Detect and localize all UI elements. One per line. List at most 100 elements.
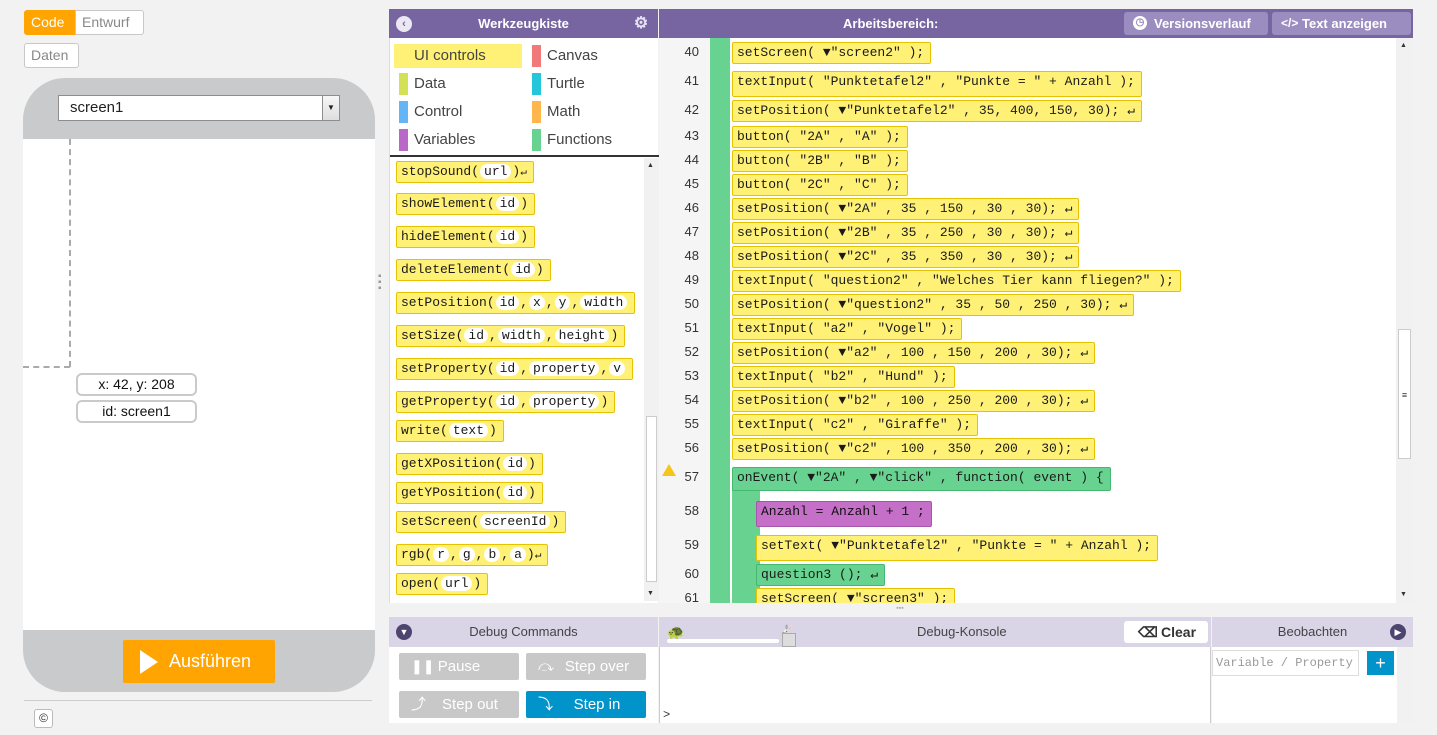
code-block[interactable]: textInput( "c2" , "Giraffe" ); xyxy=(732,414,979,436)
palette-block[interactable]: getXPosition(id) xyxy=(396,453,543,475)
code-block[interactable]: button( "2A" , "A" ); xyxy=(732,126,908,148)
scroll-down-icon[interactable]: ▼ xyxy=(647,590,654,597)
scroll-up-icon[interactable]: ▲ xyxy=(1400,42,1407,49)
block-arg[interactable]: width xyxy=(497,328,545,343)
code-block[interactable]: setPosition( ▼"a2" , 100 , 150 , 200 , 3… xyxy=(732,342,1096,364)
palette-block[interactable]: rgb(r, g, b, a)↵ xyxy=(396,544,549,566)
palette-block[interactable]: setProperty(id, property, v xyxy=(396,358,634,380)
panel-resize-handle[interactable]: ▪ ▪ ▪ xyxy=(378,272,384,294)
code-block[interactable]: textInput( "Punktetafel2" , "Punkte = " … xyxy=(732,71,1142,97)
app-screen[interactable]: x: 42, y: 208 id: screen1 xyxy=(23,139,375,630)
clear-button[interactable]: ⌫ Clear xyxy=(1124,621,1208,643)
palette-block[interactable]: getProperty(id, property) xyxy=(396,391,616,413)
code-block[interactable]: setPosition( ▼"2B" , 35 , 250 , 30 , 30)… xyxy=(732,222,1080,244)
collapse-icon[interactable]: ▼ xyxy=(396,624,412,640)
warning-icon[interactable] xyxy=(662,464,676,476)
gear-icon[interactable]: ⚙ xyxy=(633,16,649,32)
version-history-button[interactable]: ◷ Versionsverlauf xyxy=(1124,12,1268,35)
palette-block[interactable]: hideElement(id) xyxy=(396,226,536,248)
code-block[interactable]: setScreen( ▼"screen3" ); xyxy=(756,588,956,603)
block-arg[interactable]: screenId xyxy=(480,514,551,529)
step-in-button[interactable]: ⤵ Step in xyxy=(526,691,646,718)
category-control[interactable]: Control xyxy=(394,100,462,124)
screen-select[interactable]: screen1 ▼ xyxy=(58,95,340,121)
step-out-button[interactable]: ⤴ Step out xyxy=(399,691,519,718)
block-arg[interactable]: text xyxy=(448,423,489,438)
block-arg[interactable]: id xyxy=(495,196,520,211)
scroll-up-icon[interactable]: ▲ xyxy=(647,162,654,169)
block-arg[interactable]: id xyxy=(503,485,528,500)
workspace[interactable]: 40 41 42 43 44 45 46 47 48 49 50 51 52 53 54 55 56 57 58 59… xyxy=(659,38,1413,603)
palette-block[interactable]: setPosition(id, x, y, width xyxy=(396,292,636,314)
design-mode-button[interactable]: Entwurf xyxy=(75,10,144,35)
debug-resize-handle[interactable]: ▪▪▪ xyxy=(889,605,911,613)
code-block[interactable]: setPosition( ▼"b2" , 100 , 250 , 200 , 3… xyxy=(732,390,1096,412)
code-block[interactable]: textInput( "question2" , "Welches Tier k… xyxy=(732,270,1181,292)
palette-block[interactable]: showElement(id) xyxy=(396,193,536,215)
palette-scroll-thumb[interactable] xyxy=(646,416,657,582)
palette-block[interactable]: open(url) xyxy=(396,573,489,595)
block-arg[interactable]: id xyxy=(503,456,528,471)
code-block[interactable]: Anzahl = Anzahl + 1 ; xyxy=(756,501,932,527)
block-arg[interactable]: b xyxy=(484,547,501,562)
category-math[interactable]: Math xyxy=(527,100,580,124)
block-arg[interactable]: height xyxy=(554,328,610,343)
block-arg[interactable]: url xyxy=(441,576,473,591)
block-arg[interactable]: id xyxy=(511,262,535,277)
palette-block[interactable]: getYPosition(id) xyxy=(396,482,543,504)
block-arg[interactable]: x xyxy=(529,295,545,310)
step-over-button[interactable]: ⤼ Step over xyxy=(526,653,646,680)
run-button[interactable]: Ausführen xyxy=(123,640,275,683)
code-block[interactable]: setPosition( ▼"question2" , 35 , 50 , 25… xyxy=(732,294,1135,316)
block-arg[interactable]: y xyxy=(554,295,571,310)
category-functions[interactable]: Functions xyxy=(527,128,612,152)
palette-block[interactable]: write(text) xyxy=(396,420,504,442)
block-arg[interactable]: g xyxy=(458,547,475,562)
code-block[interactable]: setPosition( ▼"Punktetafel2" , 35, 400, … xyxy=(732,100,1142,122)
workspace-scrollbar[interactable]: ▲ ≡ ▼ xyxy=(1396,38,1413,603)
block-arg[interactable]: r xyxy=(433,547,450,562)
workspace-scroll-thumb[interactable]: ≡ xyxy=(1398,329,1411,459)
category-variables[interactable]: Variables xyxy=(394,128,475,152)
code-block[interactable]: setPosition( ▼"2C" , 35 , 350 , 30 , 30)… xyxy=(732,246,1080,268)
block-arg[interactable]: id xyxy=(495,295,520,310)
code-block[interactable]: setText( ▼"Punktetafel2" , "Punkte = " +… xyxy=(756,535,1159,561)
speed-slider-handle[interactable] xyxy=(782,633,796,647)
palette-block[interactable]: setSize(id, width, height) xyxy=(396,325,626,347)
add-watch-button[interactable]: + xyxy=(1367,651,1394,675)
category-turtle[interactable]: Turtle xyxy=(527,72,585,96)
block-arg[interactable]: id xyxy=(495,361,520,376)
scroll-down-icon[interactable]: ▼ xyxy=(1400,591,1407,598)
copyright-icon[interactable]: © xyxy=(34,709,53,728)
watch-scrollbar[interactable] xyxy=(1397,647,1413,723)
category-data[interactable]: Data xyxy=(394,72,446,96)
code-block[interactable]: textInput( "a2" , "Vogel" ); xyxy=(732,318,963,340)
code-block[interactable]: setPosition( ▼"c2" , 100 , 350 , 200 , 3… xyxy=(732,438,1096,460)
block-arg[interactable]: width xyxy=(580,295,628,310)
block-arg[interactable]: id xyxy=(495,394,520,409)
pause-button[interactable]: ❚❚ Pause xyxy=(399,653,519,680)
palette-block[interactable]: stopSound(url)↵ xyxy=(396,161,534,183)
block-arg[interactable]: id xyxy=(495,229,520,244)
code-block[interactable]: setPosition( ▼"2A" , 35 , 150 , 30 , 30)… xyxy=(732,198,1080,220)
block-arg[interactable]: v xyxy=(609,361,626,376)
block-arg[interactable]: property xyxy=(529,394,600,409)
code-block[interactable]: button( "2C" , "C" ); xyxy=(732,174,908,196)
block-arg[interactable]: a xyxy=(510,547,526,562)
collapse-right-icon[interactable]: ▶ xyxy=(1390,624,1406,640)
block-arg[interactable]: url xyxy=(480,164,512,179)
palette-block[interactable]: deleteElement(id) xyxy=(396,259,551,281)
code-mode-button[interactable]: Code xyxy=(24,10,75,35)
data-button[interactable]: Daten xyxy=(24,43,79,68)
code-block[interactable]: question3 (); ↵ xyxy=(756,564,886,586)
palette-block[interactable]: setScreen(screenId) xyxy=(396,511,567,533)
collapse-left-icon[interactable]: ‹ xyxy=(396,16,412,32)
watch-input[interactable]: Variable / Property xyxy=(1212,650,1359,676)
block-arg[interactable]: property xyxy=(529,361,600,376)
code-block[interactable]: onEvent( ▼"2A" , ▼"click" , function( ev… xyxy=(732,467,1111,491)
debug-console[interactable]: > xyxy=(659,647,1211,723)
category-canvas[interactable]: Canvas xyxy=(527,44,598,68)
code-block[interactable]: setScreen( ▼"screen2" ); xyxy=(732,42,932,64)
palette-scrollbar[interactable]: ▲ ▼ xyxy=(644,158,659,601)
category-ui-controls[interactable]: UI controls xyxy=(394,44,522,68)
